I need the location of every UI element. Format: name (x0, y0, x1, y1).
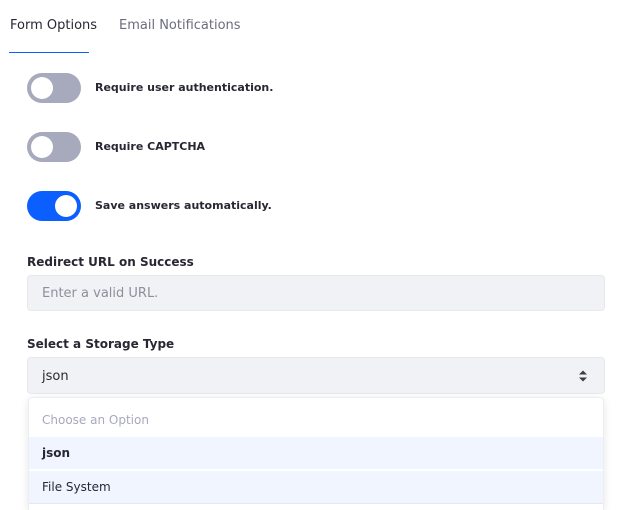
settings-tabs: Form Options Email Notifications (0, 0, 624, 53)
toggle-knob (31, 77, 53, 99)
toggle-knob (31, 136, 53, 158)
toggle-knob (55, 195, 77, 217)
dropdown-option-json[interactable]: json (29, 437, 603, 469)
dropdown-divider (29, 503, 603, 504)
save-answers-label: Save answers automatically. (95, 199, 272, 212)
require-captcha-setting: Require CAPTCHA (27, 132, 587, 162)
select-caret-icon (579, 370, 587, 382)
save-answers-setting: Save answers automatically. (27, 191, 587, 221)
save-answers-toggle[interactable] (27, 191, 81, 221)
storage-type-selected-value: json (42, 369, 69, 384)
require-captcha-label: Require CAPTCHA (95, 140, 206, 153)
tab-form-options[interactable]: Form Options (10, 0, 97, 52)
form-settings-panel: Form Options Email Notifications Require… (0, 0, 624, 510)
storage-type-select[interactable]: json (27, 357, 605, 394)
storage-type-label: Select a Storage Type (27, 337, 175, 351)
dropdown-placeholder-option: Choose an Option (42, 413, 149, 427)
dropdown-option-file-system[interactable]: File System (29, 471, 603, 503)
require-authentication-toggle[interactable] (27, 73, 81, 103)
require-authentication-setting: Require user authentication. (27, 73, 587, 103)
require-authentication-label: Require user authentication. (95, 81, 274, 94)
active-tab-indicator (9, 52, 89, 53)
require-captcha-toggle[interactable] (27, 132, 81, 162)
redirect-url-label: Redirect URL on Success (27, 255, 194, 269)
redirect-url-input[interactable] (27, 275, 605, 311)
storage-type-dropdown-menu: Choose an Option json File System (28, 397, 604, 510)
tab-email-notifications[interactable]: Email Notifications (119, 0, 241, 52)
